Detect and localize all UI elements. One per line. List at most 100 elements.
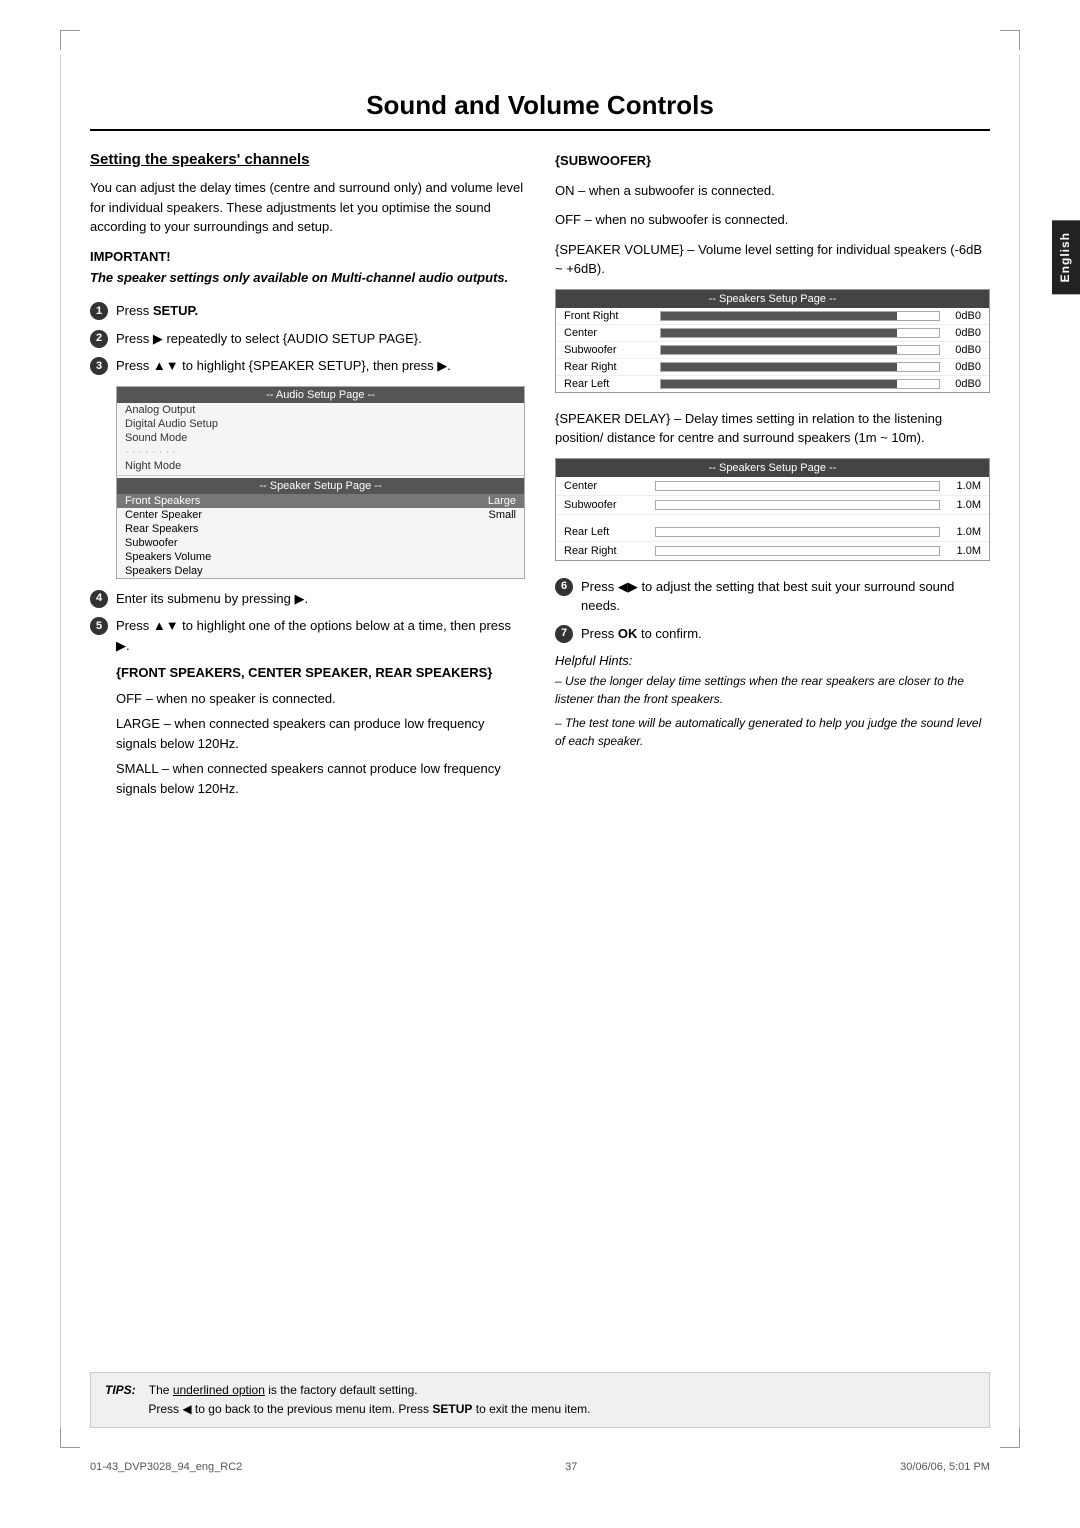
sv-row-center: Center 0dB0 — [556, 325, 989, 342]
footer: 01-43_DVP3028_94_eng_RC2 37 30/06/06, 5:… — [90, 1461, 990, 1473]
sv-bar-fill-center — [661, 329, 897, 337]
step-3: 3 Press ▲▼ to highlight {SPEAKER SETUP},… — [90, 356, 525, 376]
step-5: 5 Press ▲▼ to highlight one of the optio… — [90, 616, 525, 655]
page-title: Sound and Volume Controls — [90, 90, 990, 131]
front-rear-off: OFF – when no speaker is connected. — [116, 689, 525, 709]
dt-bar-rear-right — [655, 546, 940, 556]
speaker-delay-text: {SPEAKER DELAY} – Delay times setting in… — [555, 409, 990, 448]
menu-item-dots: · · · · · · · · — [117, 445, 524, 459]
menu-divider — [117, 475, 524, 476]
sv-row-rear-right: Rear Right 0dB0 — [556, 359, 989, 376]
dt-label-sub: Subwoofer — [564, 499, 649, 511]
sv-bar-rear-right — [660, 362, 940, 372]
helpful-hint-1: – Use the longer delay time settings whe… — [555, 672, 990, 708]
subwoofer-on: ON – when a subwoofer is connected. — [555, 181, 990, 201]
dt-value-rear-left: 1.0M — [946, 526, 981, 538]
sv-row-subwoofer: Subwoofer 0dB0 — [556, 342, 989, 359]
delay-spacer — [556, 515, 989, 523]
step-7: 7 Press OK to confirm. — [555, 624, 990, 644]
sv-bar-front-right — [660, 311, 940, 321]
speakers-volume-table: -- Speakers Setup Page -- Front Right 0d… — [555, 289, 990, 393]
menu-label-front: Front Speakers — [125, 495, 200, 507]
dt-row-center: Center 1.0M — [556, 477, 989, 496]
step-4-content: Enter its submenu by pressing ▶. — [116, 589, 525, 609]
underlined-option: underlined option — [173, 1383, 265, 1397]
menu-row-volume: Speakers Volume — [117, 550, 524, 564]
sv-label-rear-left: Rear Left — [564, 378, 654, 390]
step-2-content: Press ▶ repeatedly to select {AUDIO SETU… — [116, 329, 525, 349]
menu-label-volume: Speakers Volume — [125, 551, 211, 563]
corner-mark-tl — [60, 30, 80, 50]
sv-label-rear-right: Rear Right — [564, 361, 654, 373]
tips-text2: Press ◀ to go back to the previous menu … — [148, 1402, 590, 1416]
step-1: 1 Press SETUP. — [90, 301, 525, 321]
dt-label-rear-right: Rear Right — [564, 545, 649, 557]
front-rear-heading: {FRONT SPEAKERS, CENTER SPEAKER, REAR SP… — [116, 663, 525, 683]
sv-label-subwoofer: Subwoofer — [564, 344, 654, 356]
footer-center: 37 — [565, 1461, 577, 1473]
dt-label-center: Center — [564, 480, 649, 492]
menu-item-night: Night Mode — [117, 459, 524, 473]
step-2: 2 Press ▶ repeatedly to select {AUDIO SE… — [90, 329, 525, 349]
dt-bar-center — [655, 481, 940, 491]
sv-bar-fill-rr — [661, 363, 897, 371]
sv-value-front-right: 0dB0 — [946, 310, 981, 322]
corner-mark-bl — [60, 1428, 80, 1448]
dt-row-rear-right: Rear Right 1.0M — [556, 542, 989, 560]
menu-value-front: Large — [488, 495, 516, 507]
tips-text1: The underlined option is the factory def… — [149, 1383, 418, 1397]
corner-mark-br — [1000, 1428, 1020, 1448]
sv-bar-rear-left — [660, 379, 940, 389]
side-line-right — [1019, 55, 1020, 1428]
sv-value-subwoofer: 0dB0 — [946, 344, 981, 356]
sv-bar-fill — [661, 312, 897, 320]
left-column: Setting the speakers' channels You can a… — [90, 151, 525, 804]
front-rear-small: SMALL – when connected speakers cannot p… — [116, 759, 525, 798]
subwoofer-heading: {SUBWOOFER} — [555, 151, 990, 171]
right-column: {SUBWOOFER} ON – when a subwoofer is con… — [555, 151, 990, 804]
step-num-5: 5 — [90, 617, 108, 635]
step-num-1: 1 — [90, 302, 108, 320]
dt-value-rear-right: 1.0M — [946, 545, 981, 557]
helpful-hint-2: – The test tone will be automatically ge… — [555, 714, 990, 750]
dt-bar-rear-left — [655, 527, 940, 537]
sv-bar-subwoofer — [660, 345, 940, 355]
step-num-3: 3 — [90, 357, 108, 375]
step-6: 6 Press ◀▶ to adjust the setting that be… — [555, 577, 990, 616]
delay-table-header: -- Speakers Setup Page -- — [556, 459, 989, 477]
step-1-content: Press SETUP. — [116, 301, 525, 321]
menu-item-sound: Sound Mode — [117, 431, 524, 445]
speaker-volume-text: {SPEAKER VOLUME} – Volume level setting … — [555, 240, 990, 279]
step-7-content: Press OK to confirm. — [581, 624, 990, 644]
sv-bar-center — [660, 328, 940, 338]
sv-label-center: Center — [564, 327, 654, 339]
important-label: IMPORTANT! — [90, 249, 525, 264]
dt-row-rear-left: Rear Left 1.0M — [556, 523, 989, 542]
tips-indent — [105, 1402, 145, 1416]
menu-row-rear: Rear Speakers — [117, 522, 524, 536]
english-tab: English — [1052, 220, 1080, 294]
menu-row-center: Center Speaker Small — [117, 508, 524, 522]
step-6-content: Press ◀▶ to adjust the setting that best… — [581, 577, 990, 616]
audio-menu-header: -- Audio Setup Page -- — [117, 387, 524, 403]
menu-label-center: Center Speaker — [125, 509, 202, 521]
corner-mark-tr — [1000, 30, 1020, 50]
intro-text: You can adjust the delay times (centre a… — [90, 178, 525, 237]
dt-value-center: 1.0M — [946, 480, 981, 492]
helpful-hints-title: Helpful Hints: — [555, 653, 990, 668]
step-num-4: 4 — [90, 590, 108, 608]
speakers-volume-header: -- Speakers Setup Page -- — [556, 290, 989, 308]
helpful-hints: Helpful Hints: – Use the longer delay ti… — [555, 653, 990, 750]
tips-label: TIPS: — [105, 1383, 146, 1397]
speakers-delay-table: -- Speakers Setup Page -- Center 1.0M Su… — [555, 458, 990, 561]
important-text: The speaker settings only available on M… — [90, 268, 525, 288]
menu-item-digital: Digital Audio Setup — [117, 417, 524, 431]
menu-row-front: Front Speakers Large — [117, 494, 524, 508]
section-heading: Setting the speakers' channels — [90, 151, 525, 168]
menu-screenshot: -- Audio Setup Page -- Analog Output Dig… — [116, 386, 525, 579]
menu-row-sub: Subwoofer — [117, 536, 524, 550]
sv-label-front-right: Front Right — [564, 310, 654, 322]
footer-right: 30/06/06, 5:01 PM — [900, 1461, 990, 1473]
dt-value-sub: 1.0M — [946, 499, 981, 511]
subwoofer-off: OFF – when no subwoofer is connected. — [555, 210, 990, 230]
